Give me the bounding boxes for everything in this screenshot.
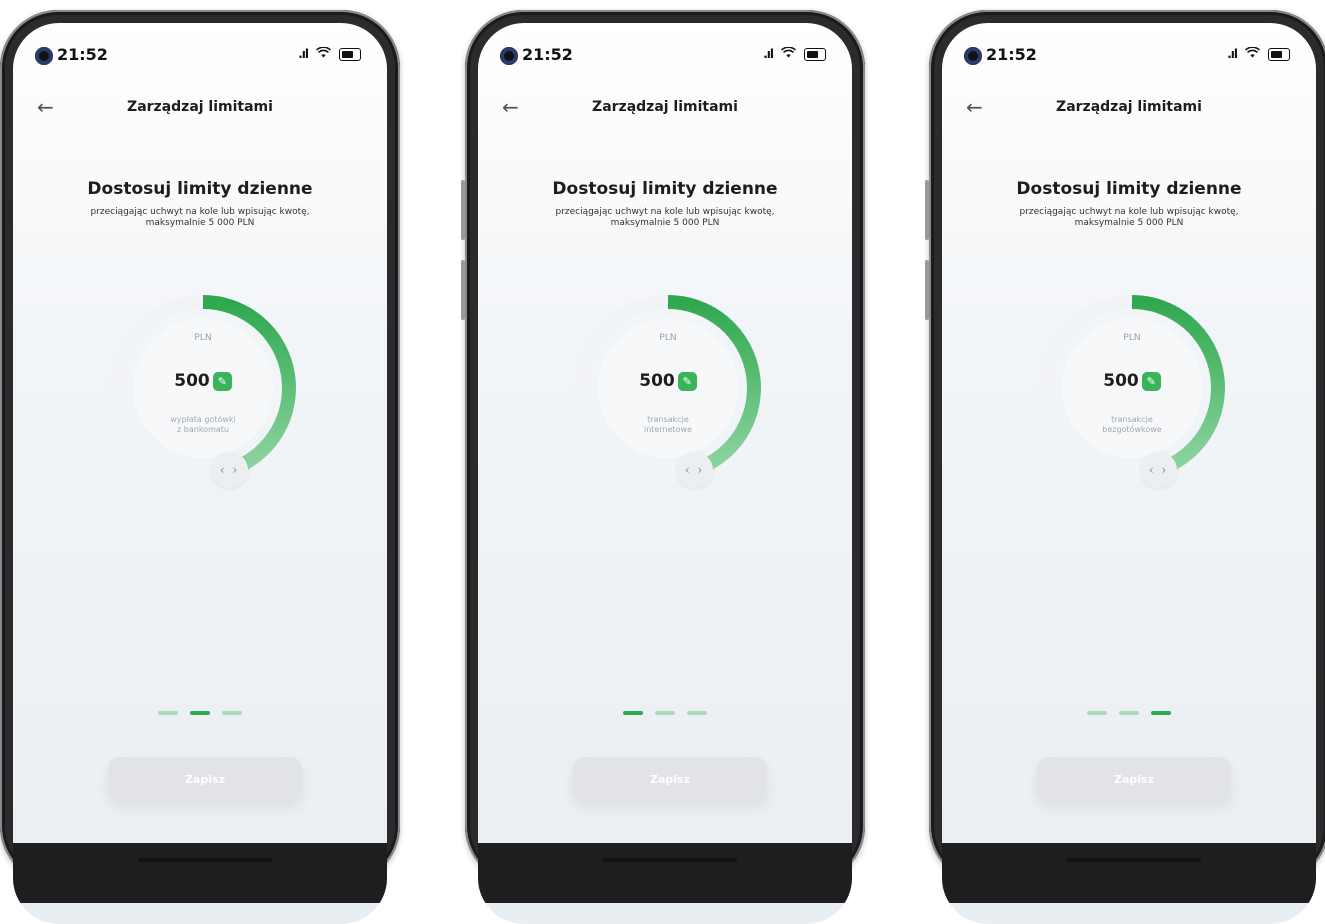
- pagination-dot[interactable]: [1151, 711, 1171, 715]
- home-indicator: [1067, 858, 1201, 862]
- signal-icon: .ıl: [298, 47, 309, 61]
- description-line: przeciągając uchwyt na kole lub wpisując…: [1019, 207, 1239, 217]
- status-icons: .ıl: [763, 46, 826, 61]
- camera-icon: [35, 47, 53, 65]
- signal-icon: .ıl: [763, 47, 774, 61]
- section-description: przeciągając uchwyt na kole lub wpisując…: [508, 207, 822, 229]
- description-line: maksymalnie 5 000 PLN: [145, 218, 255, 228]
- pagination-dot[interactable]: [1087, 711, 1107, 715]
- amount-row: 500 ✎: [623, 371, 713, 391]
- currency-label: PLN: [194, 333, 212, 343]
- status-bar: 21:52 .ıl: [13, 45, 387, 71]
- phone-frame: 21:52 .ıl ← Zarządzaj limitami Dostosuj …: [0, 10, 400, 924]
- description-line: przeciągając uchwyt na kole lub wpisując…: [90, 207, 310, 217]
- status-bar: 21:52 .ıl: [478, 45, 852, 71]
- dial-drag-handle-icon[interactable]: ‹ ›: [211, 451, 248, 488]
- save-button[interactable]: Zapisz: [1037, 757, 1231, 801]
- status-time: 21:52: [986, 45, 1037, 64]
- description-line: maksymalnie 5 000 PLN: [1074, 218, 1184, 228]
- section-description: przeciągając uchwyt na kole lub wpisując…: [43, 207, 357, 229]
- dial-drag-handle-icon[interactable]: ‹ ›: [676, 451, 713, 488]
- category-line: wypłata gotówki: [170, 415, 236, 424]
- limit-category: wypłata gotówki z bankomatu: [153, 415, 253, 435]
- page-title: Zarządzaj limitami: [127, 99, 273, 115]
- battery-icon: [804, 47, 826, 61]
- pagination-dot[interactable]: [623, 711, 643, 715]
- pagination-dot[interactable]: [222, 711, 242, 715]
- edit-pencil-icon[interactable]: ✎: [212, 371, 232, 391]
- wifi-icon: [1245, 46, 1260, 61]
- limit-amount[interactable]: 500: [1103, 371, 1139, 391]
- pagination-dot[interactable]: [158, 711, 178, 715]
- bottom-bezel: [13, 843, 387, 903]
- section-heading: Dostosuj limity dzienne: [552, 179, 778, 199]
- limit-category: transakcje internetowe: [618, 415, 718, 435]
- category-line: transakcje: [647, 415, 689, 424]
- pagination-dot[interactable]: [190, 711, 210, 715]
- status-icons: .ıl: [298, 46, 361, 61]
- section-heading: Dostosuj limity dzienne: [87, 179, 313, 199]
- phone-frame: 21:52 .ıl ← Zarządzaj limitami Dostosuj …: [925, 10, 1325, 924]
- pagination-dot[interactable]: [687, 711, 707, 715]
- nav-bar: ← Zarządzaj limitami: [478, 95, 852, 125]
- wifi-icon: [316, 46, 331, 61]
- currency-label: PLN: [1123, 333, 1141, 343]
- status-bar: 21:52 .ıl: [942, 45, 1316, 71]
- description-line: przeciągając uchwyt na kole lub wpisując…: [555, 207, 775, 217]
- phone-screen: 21:52 .ıl ← Zarządzaj limitami Dostosuj …: [478, 23, 852, 924]
- pagination-dot[interactable]: [655, 711, 675, 715]
- currency-label: PLN: [659, 333, 677, 343]
- battery-icon: [1268, 47, 1290, 61]
- status-time: 21:52: [522, 45, 573, 64]
- category-line: transakcje: [1111, 415, 1153, 424]
- save-button[interactable]: Zapisz: [108, 757, 302, 801]
- category-line: z bankomatu: [177, 425, 229, 434]
- limit-amount[interactable]: 500: [639, 371, 675, 391]
- nav-bar: ← Zarządzaj limitami: [13, 95, 387, 125]
- category-line: internetowe: [644, 425, 692, 434]
- section-heading: Dostosuj limity dzienne: [1016, 179, 1242, 199]
- phone-screen: 21:52 .ıl ← Zarządzaj limitami Dostosuj …: [13, 23, 387, 924]
- pagination-dot[interactable]: [1119, 711, 1139, 715]
- battery-icon: [339, 47, 361, 61]
- bottom-bezel: [942, 843, 1316, 903]
- save-button[interactable]: Zapisz: [573, 757, 767, 801]
- nav-bar: ← Zarządzaj limitami: [942, 95, 1316, 125]
- camera-icon: [500, 47, 518, 65]
- signal-icon: .ıl: [1227, 47, 1238, 61]
- limit-amount[interactable]: 500: [174, 371, 210, 391]
- amount-row: 500 ✎: [158, 371, 248, 391]
- camera-icon: [964, 47, 982, 65]
- pagination-dots: [13, 711, 387, 715]
- bottom-bezel: [478, 843, 852, 903]
- home-indicator: [603, 858, 737, 862]
- dial-drag-handle-icon[interactable]: ‹ ›: [1140, 451, 1177, 488]
- status-icons: .ıl: [1227, 46, 1290, 61]
- phone-screen: 21:52 .ıl ← Zarządzaj limitami Dostosuj …: [942, 23, 1316, 924]
- edit-pencil-icon[interactable]: ✎: [1141, 371, 1161, 391]
- status-time: 21:52: [57, 45, 108, 64]
- page-title: Zarządzaj limitami: [1056, 99, 1202, 115]
- pagination-dots: [942, 711, 1316, 715]
- home-indicator: [138, 858, 272, 862]
- amount-row: 500 ✎: [1087, 371, 1177, 391]
- edit-pencil-icon[interactable]: ✎: [677, 371, 697, 391]
- phone-frame: 21:52 .ıl ← Zarządzaj limitami Dostosuj …: [461, 10, 865, 924]
- section-description: przeciągając uchwyt na kole lub wpisując…: [972, 207, 1286, 229]
- pagination-dots: [478, 711, 852, 715]
- description-line: maksymalnie 5 000 PLN: [610, 218, 720, 228]
- limit-category: transakcje bezgotówkowe: [1082, 415, 1182, 435]
- wifi-icon: [781, 46, 796, 61]
- page-title: Zarządzaj limitami: [592, 99, 738, 115]
- category-line: bezgotówkowe: [1102, 425, 1162, 434]
